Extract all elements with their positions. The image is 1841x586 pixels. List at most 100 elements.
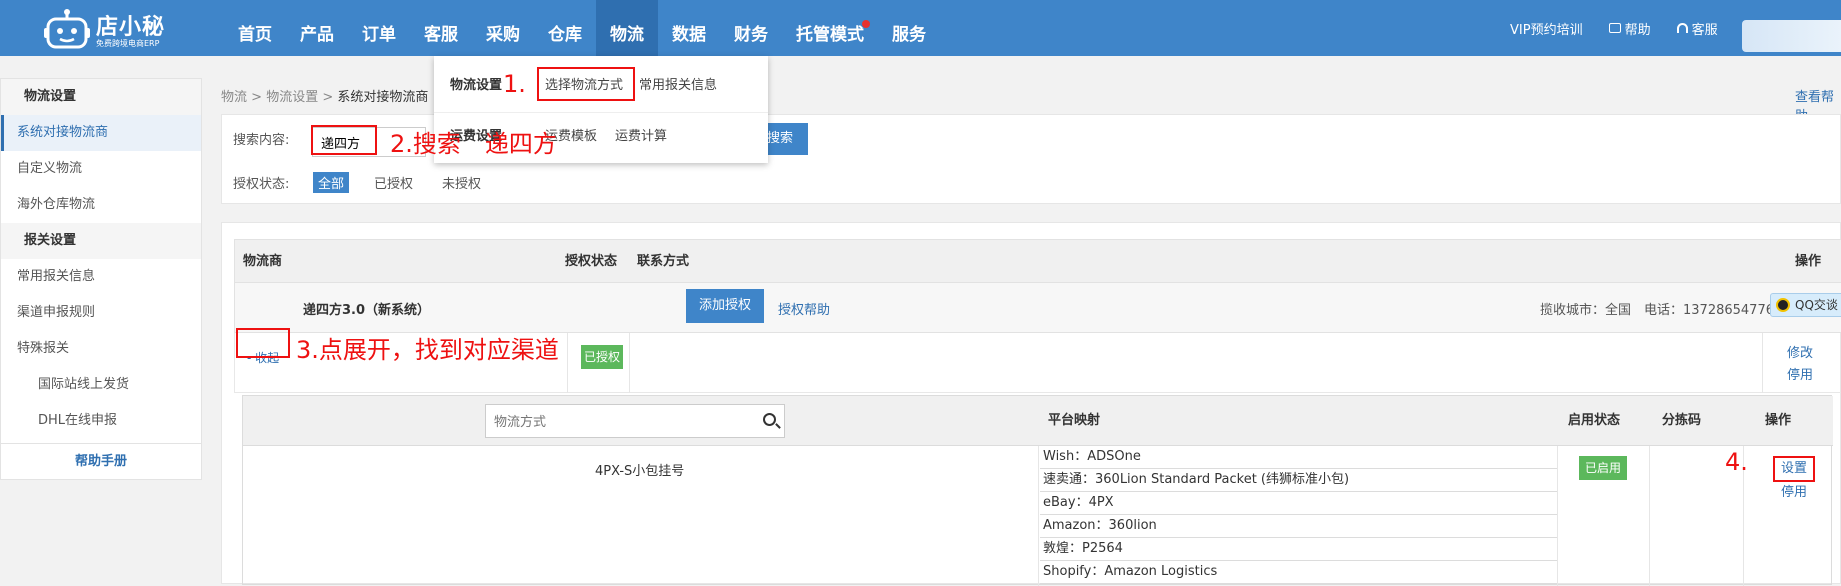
annotation-step2: 2.搜索 递四方	[390, 130, 557, 158]
sidebar-item-special-customs[interactable]: 特殊报关	[1, 331, 201, 367]
contact-info: 揽收城市：全国 电话：13728654776	[1540, 303, 1774, 318]
help-link[interactable]: 帮助	[1608, 19, 1651, 38]
nav-data[interactable]: 数据	[658, 0, 720, 56]
sidebar-item-channel-rules[interactable]: 渠道申报规则	[1, 295, 201, 331]
disable-link[interactable]: 停用	[1787, 365, 1813, 387]
row-operations: 修改 停用	[1787, 343, 1813, 387]
header-auth-status: 授权状态	[565, 254, 618, 269]
robot-logo-icon	[44, 9, 90, 49]
menu-freight-calc[interactable]: 运费计算	[615, 125, 667, 144]
sidebar-item-system-carriers[interactable]: 系统对接物流商	[1, 115, 201, 151]
method-name: 4PX-S小包挂号	[595, 464, 685, 479]
nav-warehouse[interactable]: 仓库	[534, 0, 596, 56]
enabled-badge: 已启用	[1579, 456, 1627, 480]
header-enable-status: 启用状态	[1568, 413, 1621, 428]
mapping-amazon: Amazon：360lion	[1040, 515, 1557, 538]
annotation-box-select-method	[537, 67, 635, 101]
user-account-box[interactable]	[1742, 20, 1841, 52]
mapping-wish: Wish：ADSOne	[1040, 446, 1557, 469]
column-divider	[1557, 446, 1558, 586]
nav-services[interactable]: 服务	[878, 0, 940, 56]
breadcrumb-sep: >	[318, 90, 338, 105]
carrier-table-header: 物流商 授权状态 联系方式 操作	[234, 239, 1841, 283]
auth-status-label: 授权状态:	[233, 177, 290, 192]
filter-authorized[interactable]: 已授权	[374, 173, 413, 192]
nav-orders[interactable]: 订单	[348, 0, 410, 56]
add-authorization-button[interactable]: 添加授权	[686, 289, 764, 323]
breadcrumb-sep: >	[247, 90, 267, 105]
nav-logistics[interactable]: 物流	[596, 0, 658, 56]
nav-hosting-label: 托管模式	[796, 25, 864, 45]
nav-products[interactable]: 产品	[286, 0, 348, 56]
book-icon	[1608, 23, 1621, 33]
brand-logo[interactable]: 店小秘 免费跨境电商ERP	[44, 4, 194, 52]
headset-icon	[1676, 23, 1688, 33]
sidebar-item-custom-logistics[interactable]: 自定义物流	[1, 151, 201, 187]
header-operation: 操作	[1795, 254, 1822, 269]
menu-customs-info[interactable]: 常用报关信息	[639, 74, 717, 93]
method-search-input[interactable]	[485, 404, 785, 438]
top-navbar: 店小秘 免费跨境电商ERP 首页 产品 订单 客服 采购 仓库 物流 数据 财务…	[0, 0, 1841, 56]
header-method-operation: 操作	[1765, 413, 1792, 428]
auth-status-badge: 已授权	[581, 345, 623, 369]
annotation-box-search	[311, 125, 377, 155]
provider-name: 递四方3.0（新系统）	[303, 303, 431, 318]
nav-customer-service[interactable]: 客服	[410, 0, 472, 56]
annotation-box-collapse	[236, 328, 290, 358]
logistics-methods-table: 平台映射 启用状态 分拣码 操作 4PX-S小包挂号 Wish：ADSOne 速…	[242, 395, 1833, 586]
sidebar-group-customs: 报关设置	[1, 223, 201, 259]
mapping-ebay: eBay：4PX	[1040, 492, 1557, 515]
sidebar-item-dhl[interactable]: DHL在线申报	[1, 403, 201, 439]
annotation-step1: 1.	[503, 70, 526, 98]
provider-row: 递四方3.0（新系统） 添加授权 授权帮助 揽收城市：全国 电话：1372865…	[234, 283, 1841, 333]
column-divider	[629, 333, 630, 393]
nav-hosting-mode[interactable]: 托管模式	[782, 0, 878, 56]
filter-unauthorized[interactable]: 未授权	[442, 173, 481, 192]
brand-title: 店小秘	[96, 15, 166, 40]
breadcrumb: 物流 > 物流设置 > 系统对接物流商	[221, 86, 428, 105]
service-label: 客服	[1691, 22, 1718, 38]
column-divider	[567, 333, 568, 393]
notification-dot	[862, 20, 870, 28]
search-label: 搜索内容:	[233, 133, 290, 148]
column-divider	[1038, 446, 1039, 586]
nav-purchase[interactable]: 采购	[472, 0, 534, 56]
brand-subtitle: 免费跨境电商ERP	[96, 39, 160, 48]
column-divider	[1762, 333, 1763, 393]
qq-chat-button[interactable]: QQ交谈	[1770, 293, 1841, 317]
annotation-step4: 4.	[1725, 448, 1748, 476]
filter-all[interactable]: 全部	[313, 172, 350, 193]
annotation-step3: 3.点展开，找到对应渠道	[296, 336, 559, 364]
breadcrumb-logistics[interactable]: 物流	[221, 90, 247, 105]
sidebar: 物流设置 系统对接物流商 自定义物流 海外仓库物流 报关设置 常用报关信息 渠道…	[0, 78, 202, 480]
methods-table-header: 平台映射 启用状态 分拣码 操作	[243, 396, 1833, 446]
sidebar-group-logistics-settings: 物流设置	[1, 79, 201, 115]
column-divider	[1649, 446, 1650, 586]
qq-chat-label: QQ交谈	[1795, 298, 1838, 312]
header-links: VIP预约培训 帮助 客服	[1510, 0, 1744, 56]
auth-help-link[interactable]: 授权帮助	[778, 299, 830, 318]
nav-home[interactable]: 首页	[224, 0, 286, 56]
vip-training-link[interactable]: VIP预约培训	[1510, 19, 1583, 38]
search-icon[interactable]	[763, 413, 776, 426]
method-disable-link[interactable]: 停用	[1773, 482, 1815, 504]
breadcrumb-settings[interactable]: 物流设置	[266, 90, 318, 105]
sidebar-item-customs-info[interactable]: 常用报关信息	[1, 259, 201, 295]
header-provider: 物流商	[243, 254, 283, 269]
method-operations: 设置 停用	[1773, 456, 1816, 504]
sidebar-item-intl-shipping[interactable]: 国际站线上发货	[1, 367, 201, 403]
nav-finance[interactable]: 财务	[720, 0, 782, 56]
settings-button[interactable]: 设置	[1773, 456, 1816, 482]
carrier-table-panel: 物流商 授权状态 联系方式 操作 递四方3.0（新系统） 添加授权 授权帮助 揽…	[221, 222, 1841, 586]
mapping-dhgate: 敦煌：P2564	[1040, 538, 1557, 561]
main-nav: 首页 产品 订单 客服 采购 仓库 物流 数据 财务 托管模式 服务	[224, 0, 940, 56]
header-contact: 联系方式	[637, 254, 690, 269]
mapping-shopify: Shopify：Amazon Logistics	[1040, 561, 1557, 584]
help-manual-link[interactable]: 帮助手册	[1, 443, 201, 479]
edit-link[interactable]: 修改	[1787, 343, 1813, 365]
sidebar-item-overseas-warehouse[interactable]: 海外仓库物流	[1, 187, 201, 223]
mapping-aliexpress: 速卖通：360Lion Standard Packet (纬狮标准小包)	[1040, 469, 1557, 492]
header-platform-mapping: 平台映射	[1048, 413, 1101, 428]
service-link[interactable]: 客服	[1676, 19, 1718, 38]
dropdown-head-logistics: 物流设置	[450, 78, 503, 93]
